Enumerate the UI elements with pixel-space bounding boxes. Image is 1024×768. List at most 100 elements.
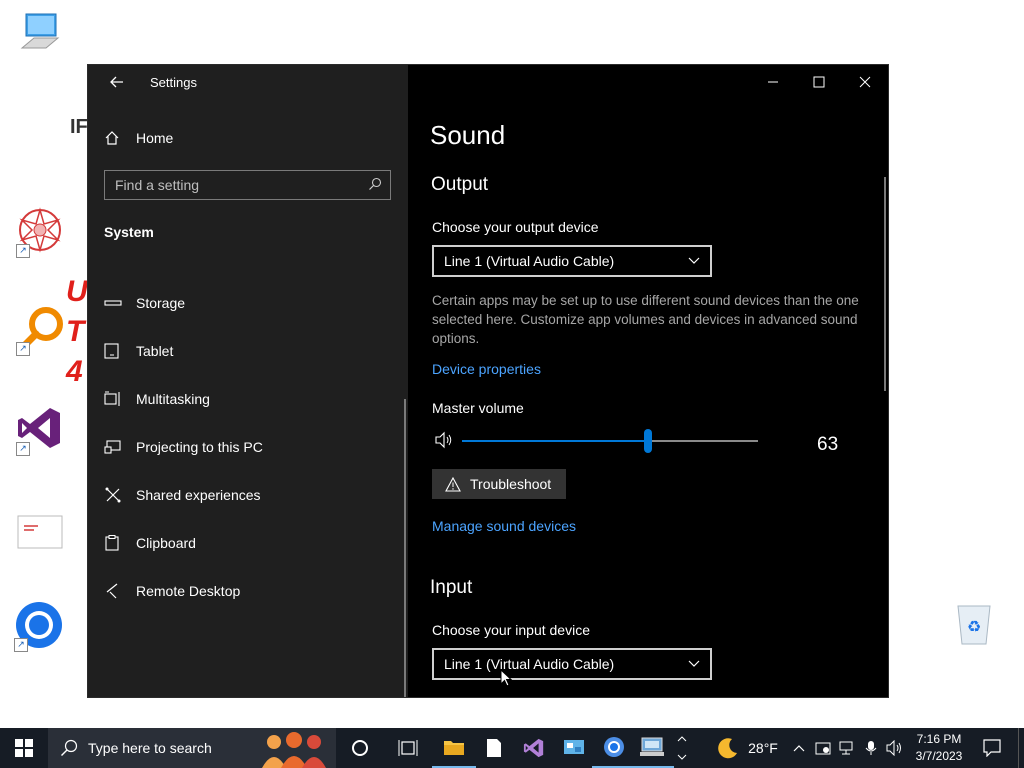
- chrome-icon: [604, 737, 624, 757]
- input-device-dropdown[interactable]: Line 1 (Virtual Audio Cable): [432, 648, 712, 680]
- sidebar-item-label: Storage: [136, 295, 186, 311]
- page-title: Sound: [430, 120, 506, 150]
- clock[interactable]: 7:16 PM 3/7/2023: [906, 731, 972, 765]
- section-label: System: [104, 224, 154, 240]
- sidebar-item-shared-experiences[interactable]: Shared experiences: [88, 475, 408, 515]
- speaker-icon: [886, 740, 901, 756]
- notepad-button[interactable]: [472, 728, 516, 768]
- input-device-label: Choose your input device: [432, 622, 590, 638]
- network-button[interactable]: [836, 728, 858, 768]
- action-center-button[interactable]: [976, 728, 1008, 768]
- input-heading: Input: [430, 577, 473, 598]
- svg-text:♻: ♻: [967, 617, 981, 636]
- minimize-icon: [768, 81, 778, 83]
- taskbar-scroll-arrows[interactable]: [674, 728, 690, 768]
- sidebar-item-label: Projecting to this PC: [136, 439, 263, 455]
- tablet-icon: [104, 343, 136, 359]
- master-volume-label: Master volume: [432, 400, 524, 416]
- show-hidden-icons-button[interactable]: [788, 728, 810, 768]
- troubleshoot-button[interactable]: Troubleshoot: [432, 469, 566, 499]
- volume-thumb[interactable]: [644, 429, 652, 453]
- settings-window: Settings Home System Storage Tablet: [87, 64, 889, 698]
- sidebar-item-projecting[interactable]: Projecting to this PC: [88, 427, 408, 467]
- warning-icon: [445, 476, 461, 492]
- chevron-down-icon: [688, 257, 700, 264]
- shared-experiences-icon: [104, 487, 136, 503]
- desktop-partial-text: 4: [66, 355, 83, 388]
- taskbar-search-box[interactable]: Type here to search: [48, 728, 336, 768]
- mouse-cursor-icon: [500, 668, 513, 692]
- sidebar-item-multitasking[interactable]: Multitasking: [88, 379, 408, 419]
- task-view-icon: [398, 740, 418, 756]
- output-device-dropdown[interactable]: Line 1 (Virtual Audio Cable): [432, 245, 712, 277]
- cortana-button[interactable]: [338, 728, 382, 768]
- master-volume-slider[interactable]: [462, 429, 758, 453]
- visual-studio-icon[interactable]: ↗: [16, 404, 64, 456]
- manage-sound-devices-link[interactable]: Manage sound devices: [432, 518, 576, 534]
- weather-widget[interactable]: 28°F: [712, 728, 782, 768]
- shortcut-arrow-icon: ↗: [16, 442, 30, 456]
- this-pc-icon[interactable]: [16, 8, 64, 56]
- clipboard-icon: [104, 535, 136, 551]
- chrome-icon[interactable]: ↗: [14, 600, 62, 652]
- sidebar-scrollbar[interactable]: [404, 399, 406, 697]
- tray-app-icon-button[interactable]: [812, 728, 834, 768]
- search-highlight-people-icon: [262, 732, 326, 768]
- volume-fill: [462, 440, 648, 442]
- search-input[interactable]: [105, 176, 357, 194]
- volume-value: 63: [817, 434, 839, 455]
- output-description: Certain apps may be set up to use differ…: [432, 293, 859, 346]
- chevron-up-icon: [677, 736, 687, 742]
- start-button[interactable]: [0, 728, 48, 768]
- output-device-value: Line 1 (Virtual Audio Cable): [444, 253, 615, 269]
- document-icon[interactable]: [16, 508, 64, 556]
- settings-taskbar-button[interactable]: [630, 728, 674, 768]
- sidebar-item-label: Multitasking: [136, 391, 210, 407]
- desktop-partial-text: IF: [70, 116, 88, 138]
- back-arrow-icon: [110, 76, 123, 88]
- show-desktop-button[interactable]: [1018, 728, 1024, 768]
- sound-content: Sound Output Choose your output device L…: [408, 65, 888, 697]
- back-button[interactable]: [94, 65, 140, 99]
- minimize-button[interactable]: [750, 65, 796, 99]
- file-explorer-button[interactable]: [432, 728, 476, 768]
- storage-icon: [104, 295, 136, 311]
- troubleshoot-label: Troubleshoot: [470, 476, 552, 492]
- recycle-bin-icon[interactable]: ♻: [950, 600, 998, 648]
- nav-home[interactable]: Home: [88, 118, 408, 158]
- visual-studio-icon: [523, 738, 544, 758]
- magnifier-app-icon[interactable]: ↗: [16, 304, 64, 356]
- sidebar-item-storage[interactable]: Storage: [88, 283, 408, 323]
- volume-tray-button[interactable]: [882, 728, 906, 768]
- remote-desktop-icon: [104, 583, 136, 599]
- tray-app-icon: [815, 742, 831, 755]
- control-panel-icon: [564, 740, 584, 754]
- taskbar: Type here to search 28°F 7:16 PM 3/7/202…: [0, 728, 1024, 768]
- sidebar-item-clipboard[interactable]: Clipboard: [88, 523, 408, 563]
- task-view-button[interactable]: [386, 728, 430, 768]
- mandala-app-icon[interactable]: ↗: [16, 206, 64, 258]
- microphone-button[interactable]: [860, 728, 882, 768]
- input-device-value: Line 1 (Virtual Audio Cable): [444, 656, 615, 672]
- network-icon: [839, 741, 853, 755]
- chevron-down-icon: [688, 660, 700, 667]
- sidebar-item-tablet[interactable]: Tablet: [88, 331, 408, 371]
- output-heading: Output: [431, 174, 489, 195]
- maximize-button[interactable]: [796, 65, 842, 99]
- sidebar-item-remote-desktop[interactable]: Remote Desktop: [88, 571, 408, 611]
- windows-logo-icon: [15, 739, 33, 757]
- maximize-icon: [813, 76, 825, 88]
- window-title: Settings: [150, 75, 197, 90]
- settings-sidebar: Settings Home System Storage Tablet: [88, 65, 408, 697]
- search-icon[interactable]: [368, 177, 382, 196]
- visual-studio-taskbar-button[interactable]: [512, 728, 556, 768]
- weather-temp: 28°F: [748, 740, 778, 756]
- close-button[interactable]: [842, 65, 888, 99]
- moon-icon: [718, 738, 738, 759]
- device-properties-link[interactable]: Device properties: [432, 361, 541, 377]
- notification-icon: [983, 739, 1001, 757]
- control-panel-button[interactable]: [552, 728, 596, 768]
- clock-date: 3/7/2023: [915, 749, 963, 763]
- speaker-icon[interactable]: [434, 431, 454, 454]
- content-scrollbar[interactable]: [884, 177, 886, 391]
